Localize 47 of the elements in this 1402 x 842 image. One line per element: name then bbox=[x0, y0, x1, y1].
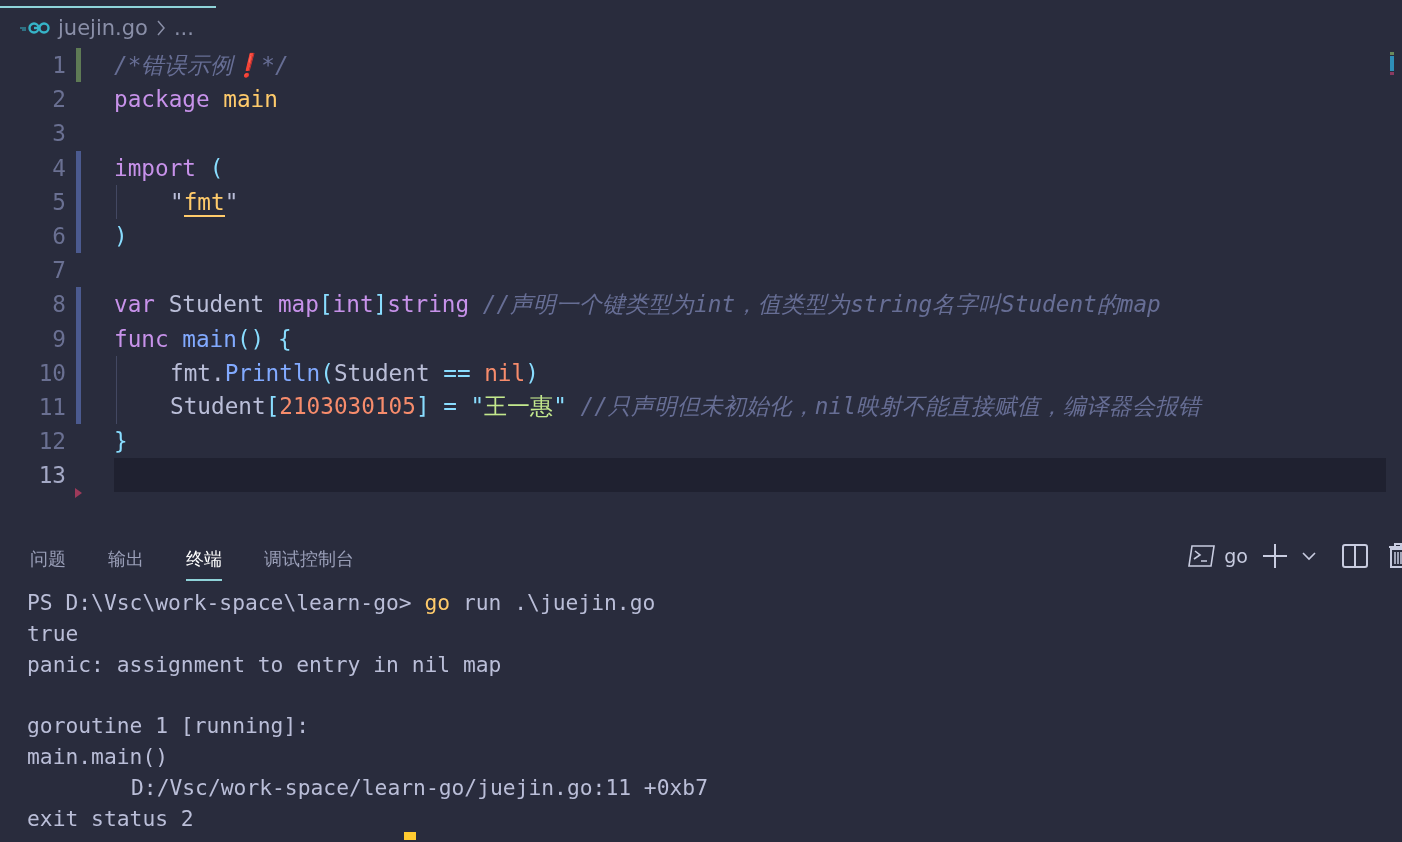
code-line: func main() { bbox=[114, 325, 292, 352]
code-line: var Student map[int]string //声明一个键类型为int，值类型为string名字叫Student的map bbox=[114, 289, 1161, 319]
code-line: ) bbox=[114, 223, 128, 250]
panel-tab[interactable]: 问题 bbox=[30, 539, 66, 581]
line-number: 7 bbox=[51, 257, 66, 284]
minimap bbox=[1390, 52, 1394, 76]
code-line: package main bbox=[114, 86, 278, 113]
go-file-icon bbox=[20, 21, 50, 35]
terminal-line: PS D:\Vsc\work-space\learn-go> go run .\juejin.go bbox=[27, 590, 656, 615]
line-number: 2 bbox=[51, 86, 66, 113]
plus-icon[interactable] bbox=[1262, 543, 1288, 569]
line-number: 12 bbox=[37, 428, 66, 455]
deleted-line-marker-icon bbox=[75, 488, 83, 498]
terminal-line: main.main() bbox=[27, 744, 169, 769]
line-number: 10 bbox=[37, 359, 66, 386]
line-number: 9 bbox=[51, 325, 66, 352]
code-line: /*错误示例❗*/ bbox=[114, 50, 289, 80]
panel-tab[interactable]: 终端 bbox=[186, 539, 222, 581]
terminal-icon bbox=[1188, 544, 1217, 568]
chevron-down-icon[interactable] bbox=[1302, 551, 1316, 561]
line-number: 6 bbox=[51, 223, 66, 250]
split-icon[interactable] bbox=[1342, 544, 1368, 568]
line-number: 3 bbox=[51, 120, 66, 147]
code-line: "fmt" bbox=[170, 188, 239, 215]
line-number: 8 bbox=[51, 291, 66, 318]
breadcrumb-file[interactable]: juejin.go bbox=[58, 16, 148, 40]
panel-tab[interactable]: 输出 bbox=[108, 539, 144, 581]
terminal-line: goroutine 1 [running]: bbox=[27, 713, 310, 739]
code-line: } bbox=[114, 428, 128, 455]
code-line: import ( bbox=[114, 154, 224, 181]
line-number: 5 bbox=[51, 188, 66, 215]
terminal-line: true bbox=[27, 620, 79, 646]
line-number: 1 bbox=[51, 52, 66, 79]
code-line: Student[2103030105] = "王一惠" //只声明但未初始化，nil映射不能直接赋值，编译器会报错 bbox=[170, 392, 1201, 422]
panel-tab[interactable]: 调试控制台 bbox=[264, 539, 354, 581]
terminal-cursor bbox=[404, 832, 416, 840]
terminal-profile-button[interactable]: go bbox=[1188, 544, 1248, 568]
terminal-line: exit status 2 bbox=[27, 805, 194, 831]
trash-icon[interactable] bbox=[1388, 543, 1402, 569]
chevron-right-icon bbox=[155, 19, 166, 37]
code-line: fmt.Println(Student == nil) bbox=[170, 359, 539, 386]
terminal-line: D:/Vsc/work-space/learn-go/juejin.go:11 +0xb7 bbox=[131, 774, 708, 800]
line-number: 11 bbox=[37, 393, 66, 420]
line-number: 13 bbox=[37, 462, 66, 489]
breadcrumb-more[interactable]: ... bbox=[173, 16, 194, 40]
terminal-line: panic: assignment to entry in nil map bbox=[27, 651, 502, 677]
line-number: 4 bbox=[51, 154, 66, 181]
